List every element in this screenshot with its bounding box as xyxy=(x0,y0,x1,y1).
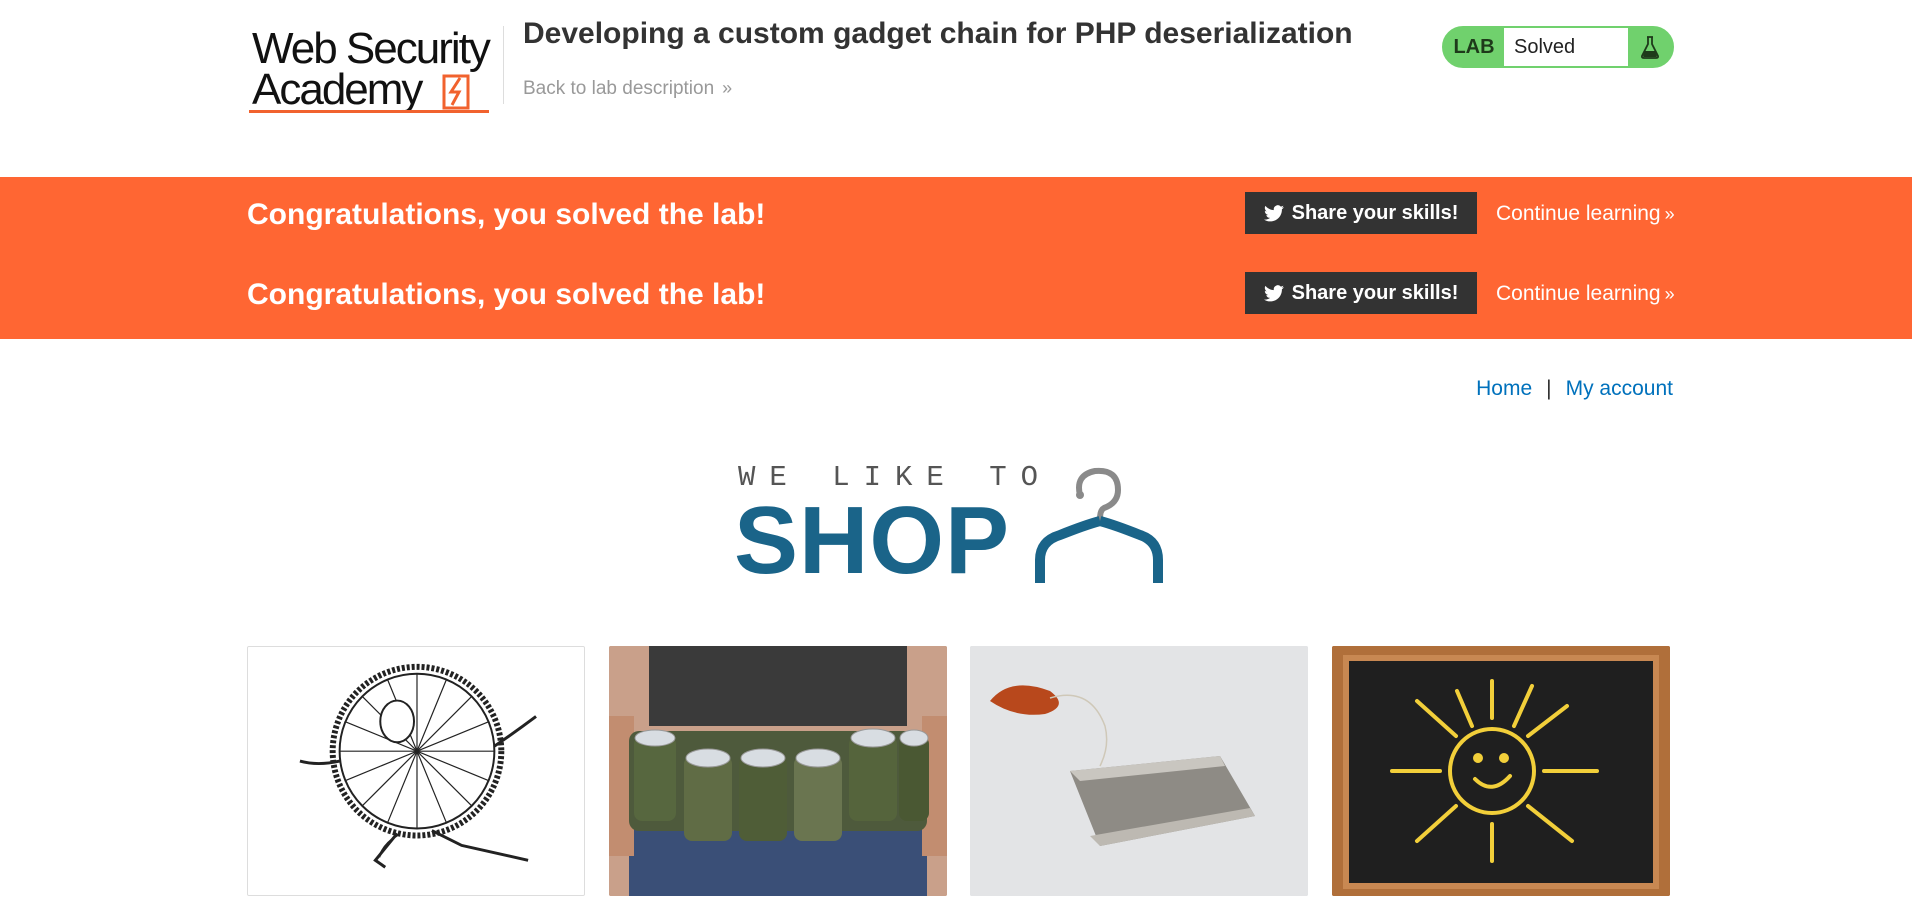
double-chevron-right-icon: » xyxy=(722,78,732,98)
double-chevron-right-icon: » xyxy=(1664,204,1675,224)
lab-tag: LAB xyxy=(1453,36,1495,58)
share-skills-label: Share your skills! xyxy=(1291,201,1459,224)
share-skills-button[interactable]: Share your skills! xyxy=(1245,192,1477,234)
beer-belt-photo-icon xyxy=(609,646,947,896)
congratulations-message: Congratulations, you solved the lab! xyxy=(247,198,766,231)
logo-line-2: Academy xyxy=(252,65,423,114)
hanger-icon xyxy=(1035,467,1163,583)
congratulations-message: Congratulations, you solved the lab! xyxy=(247,278,766,311)
solved-notification-banner: Congratulations, you solved the lab! Sha… xyxy=(0,177,1912,339)
continue-learning-link[interactable]: Continue learning» xyxy=(1496,282,1675,306)
notification-row: Congratulations, you solved the lab! Sha… xyxy=(0,264,1912,324)
sun-costume-illustration-icon xyxy=(248,647,584,895)
hero-title: SHOP xyxy=(734,487,1011,594)
notification-row: Congratulations, you solved the lab! Sha… xyxy=(0,184,1912,244)
shop-hero-banner: WE LIKE TO SHOP xyxy=(734,461,1178,591)
continue-learning-link[interactable]: Continue learning» xyxy=(1496,202,1675,226)
twitter-icon xyxy=(1263,284,1284,301)
top-nav: Home | My account xyxy=(1476,377,1673,401)
flask-icon xyxy=(1628,28,1672,66)
lab-title: Developing a custom gadget chain for PHP… xyxy=(523,17,1353,50)
header-divider xyxy=(503,26,504,104)
my-account-link[interactable]: My account xyxy=(1566,377,1673,400)
home-link[interactable]: Home xyxy=(1476,377,1532,400)
tea-bag-photo-icon xyxy=(970,646,1308,896)
lab-status-text: Solved xyxy=(1504,28,1628,66)
back-to-lab-description-link[interactable]: Back to lab description » xyxy=(523,78,732,100)
share-skills-button[interactable]: Share your skills! xyxy=(1245,272,1477,314)
twitter-icon xyxy=(1263,204,1284,221)
back-link-label: Back to lab description xyxy=(523,78,715,99)
product-image-sun-costume[interactable] xyxy=(247,646,585,896)
share-skills-label: Share your skills! xyxy=(1291,281,1459,304)
lab-status-widget: LAB Solved xyxy=(1442,26,1674,68)
product-image-tea-bag[interactable] xyxy=(970,646,1308,896)
sun-chalkboard-photo-icon xyxy=(1332,646,1670,896)
continue-learning-label: Continue learning xyxy=(1496,202,1661,225)
academy-logo[interactable]: Web Security Academy xyxy=(249,22,502,122)
product-image-beer-belt[interactable] xyxy=(609,646,947,896)
continue-learning-label: Continue learning xyxy=(1496,282,1661,305)
double-chevron-right-icon: » xyxy=(1664,284,1675,304)
logo-underline xyxy=(249,110,489,113)
logo-bolt-icon xyxy=(442,74,470,110)
lab-header: Web Security Academy Developing a custom… xyxy=(0,0,1912,177)
nav-separator: | xyxy=(1546,377,1552,400)
product-image-sun-chalkboard[interactable] xyxy=(1332,646,1670,896)
